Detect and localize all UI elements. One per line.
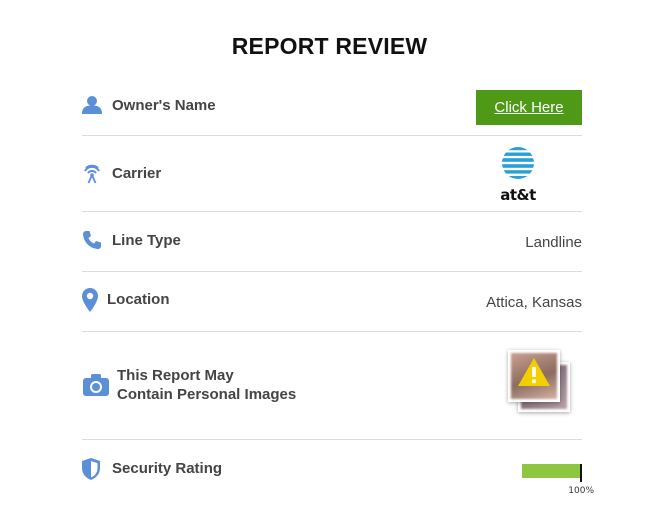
row-location: Location Attica, Kansas [82, 272, 582, 332]
row-line-type: Line Type Landline [82, 212, 582, 272]
map-pin-icon [82, 288, 98, 317]
row-owner-name: Owner's Name Click Here [82, 72, 582, 136]
camera-icon [83, 374, 109, 401]
page-title: REPORT REVIEW [231, 33, 428, 59]
line-type-label: Line Type [112, 232, 181, 249]
row-personal-images: This Report May Contain Personal Images [82, 332, 582, 440]
security-rating-value: 100% [568, 486, 594, 496]
blurred-photos [508, 350, 570, 414]
line-type-value: Landline [525, 234, 582, 251]
phone-icon [82, 230, 102, 255]
security-rating-bar [522, 464, 582, 478]
personal-images-label-line1: This Report May [117, 367, 234, 384]
carrier-label: Carrier [112, 165, 162, 182]
location-label: Location [107, 291, 170, 308]
shield-icon [82, 458, 100, 485]
owner-name-label: Owner's Name [112, 97, 216, 114]
personal-images-label-line2: Contain Personal Images [117, 386, 297, 403]
blurred-photo-front [508, 350, 560, 402]
click-here-button[interactable]: Click Here [476, 90, 582, 125]
security-rating-label: Security Rating [112, 460, 223, 477]
security-rating-marker [580, 464, 582, 482]
antenna-icon [82, 164, 102, 189]
user-icon [82, 96, 102, 119]
location-value: Attica, Kansas [486, 294, 582, 311]
row-carrier: Carrier at&t [82, 136, 582, 212]
att-logo: at&t [498, 146, 538, 204]
att-logo-text: at&t [500, 186, 536, 204]
row-security-rating: Security Rating 100% [82, 440, 594, 500]
warning-icon [517, 357, 551, 392]
